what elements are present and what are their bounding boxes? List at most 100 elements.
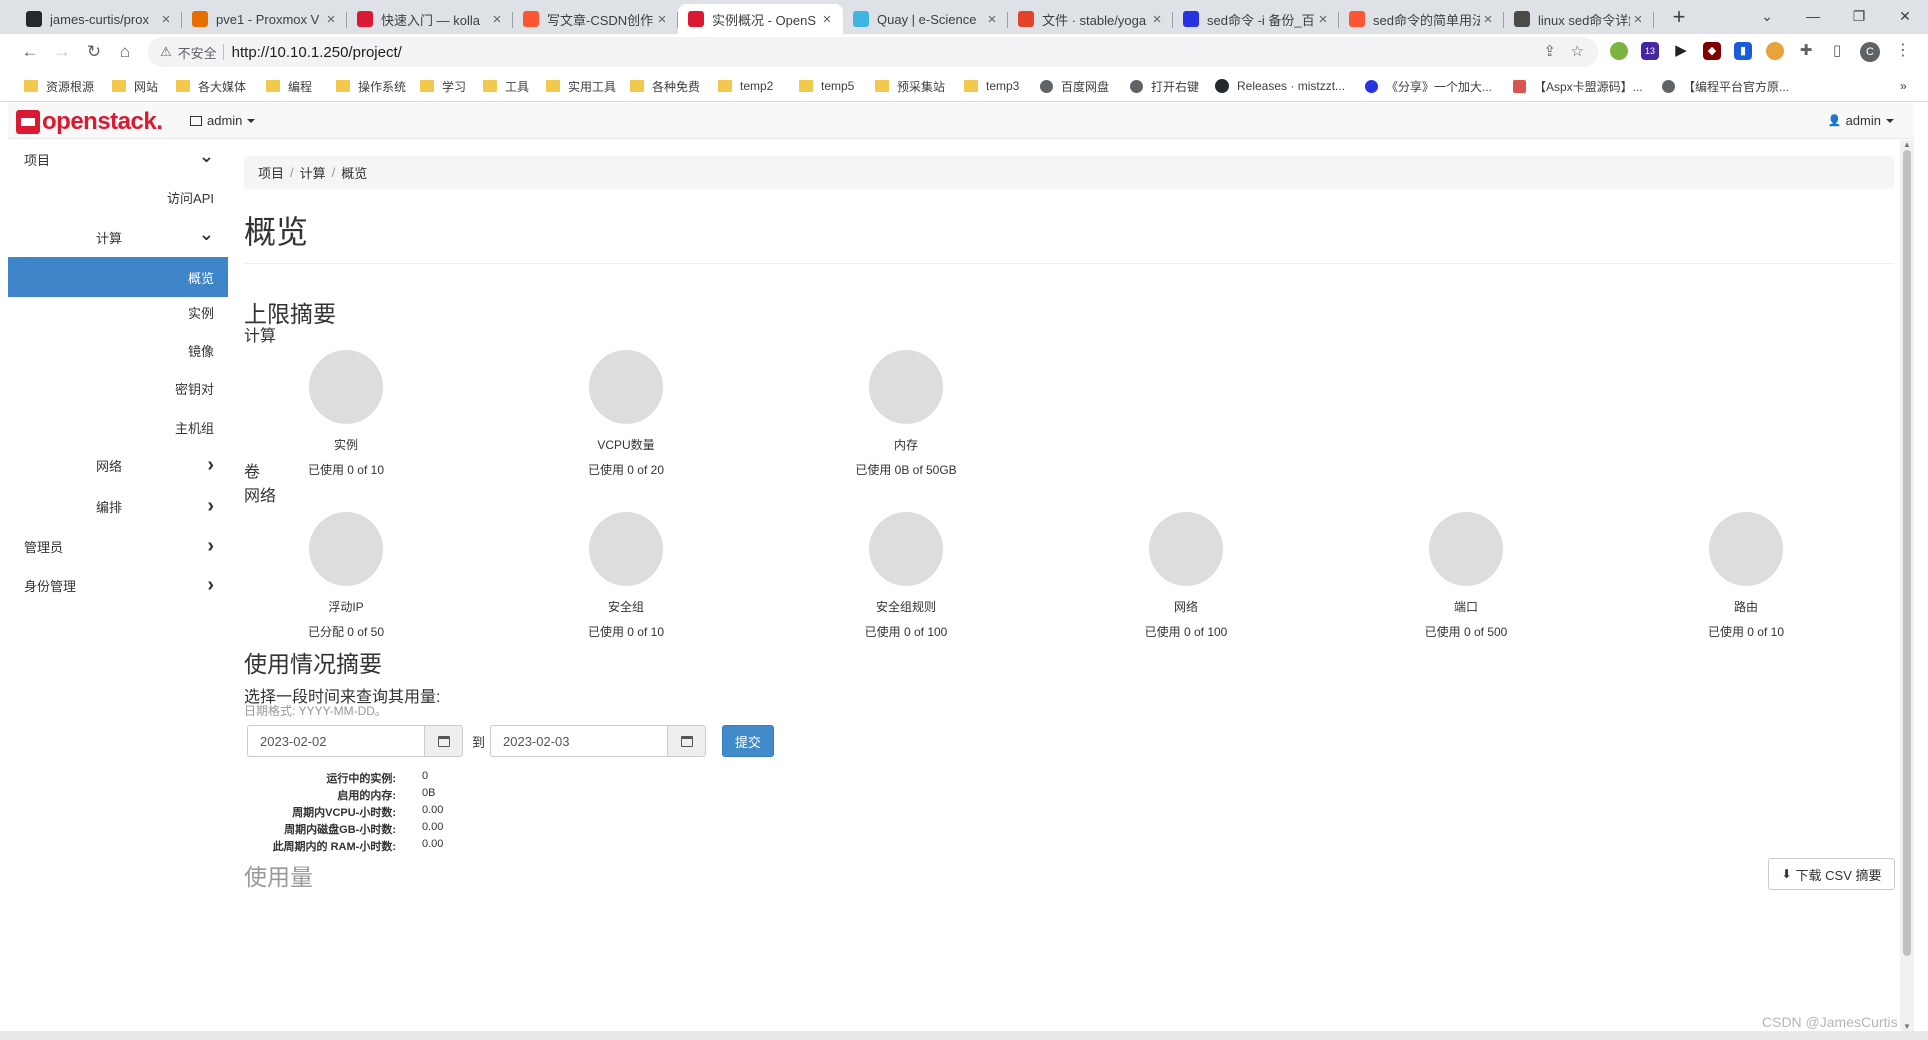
bookmark-label: 编程 — [288, 79, 313, 94]
url-text[interactable]: http://10.10.1.250/project/ — [232, 44, 402, 61]
bookmark-item[interactable]: 【Aspx卡盟源码】... — [1513, 77, 1643, 95]
sidebar-item[interactable]: 访问API — [8, 180, 228, 214]
bookmark-item[interactable]: 打开右键 — [1130, 77, 1199, 95]
bookmark-item[interactable]: temp5 — [799, 77, 854, 95]
browser-tab[interactable]: 文件 · stable/yoga × — [1008, 4, 1173, 34]
bookmark-item[interactable]: 资源根源 — [24, 77, 94, 95]
sidebar-item[interactable]: 网络 › — [8, 448, 228, 482]
tab-close-icon[interactable]: × — [1149, 11, 1165, 28]
browser-tab[interactable]: james-curtis/prox × — [16, 4, 182, 34]
submit-button[interactable]: 提交 — [722, 725, 774, 757]
browser-tab[interactable]: linux sed命令详解× — [1504, 4, 1654, 34]
sidebar-item[interactable]: 编排 › — [8, 489, 228, 523]
tab-search-icon[interactable]: ⌄ — [1744, 2, 1790, 30]
end-date-calendar-button[interactable] — [668, 725, 706, 757]
quota-pie-value: 已使用 0B of 50GB — [855, 463, 957, 477]
forward-icon[interactable]: → — [50, 40, 74, 64]
share-icon[interactable]: ⇪ — [1543, 42, 1556, 60]
sidebar-item[interactable]: 镜像 — [8, 333, 228, 367]
browser-tab[interactable]: Quay | e-Science × — [843, 4, 1008, 34]
project-selector[interactable]: admin — [190, 113, 256, 128]
browser-tab[interactable]: 写文章-CSDN创作 × — [513, 4, 678, 34]
quota-pie: 安全组 已使用 0 of 10 — [526, 512, 726, 640]
play-icon[interactable]: ▶ — [1672, 42, 1690, 60]
bookmark-item[interactable]: 操作系统 — [336, 77, 406, 95]
bookmark-item[interactable]: 【编程平台官方原... — [1662, 77, 1789, 95]
bookmarks-overflow-icon[interactable]: » — [1900, 77, 1907, 95]
breadcrumb-item[interactable]: 计算 — [300, 163, 326, 182]
start-date-calendar-button[interactable] — [425, 725, 463, 757]
back-icon[interactable]: ← — [18, 40, 42, 64]
tab-close-icon[interactable]: × — [984, 11, 1000, 28]
new-tab-button[interactable]: + — [1665, 4, 1693, 32]
bookmark-item[interactable]: temp3 — [964, 77, 1019, 95]
page-scrollbar[interactable]: ▲ ▼ — [1900, 140, 1914, 1031]
browser-tab[interactable]: pve1 - Proxmox V × — [182, 4, 347, 34]
quota-pie: 路由 已使用 0 of 10 — [1646, 512, 1846, 640]
bitwarden-icon[interactable]: ▮ — [1734, 42, 1752, 60]
sidebar-item[interactable]: 概览 — [8, 257, 228, 297]
sidebar-item[interactable]: 计算 ⌄ — [8, 220, 228, 254]
start-date-input[interactable] — [247, 725, 425, 757]
bookmark-item[interactable]: 《分享》一个加大... — [1365, 77, 1492, 95]
bookmark-label: 《分享》一个加大... — [1386, 79, 1493, 94]
sidebar-item[interactable]: 身份管理 › — [8, 568, 228, 602]
bookmark-item[interactable]: temp2 — [718, 77, 773, 95]
tab-close-icon[interactable]: × — [1630, 11, 1646, 28]
browser-tab[interactable]: 快速入门 — kolla × — [347, 4, 513, 34]
tab-close-icon[interactable]: × — [323, 11, 339, 28]
bookmark-item[interactable]: 编程 — [266, 77, 312, 95]
address-bar[interactable]: ⚠ 不安全 http://10.10.1.250/project/ ⇪ ☆ — [148, 37, 1598, 67]
sidebar-item[interactable]: 密钥对 — [8, 371, 228, 405]
tab-close-icon[interactable]: × — [1315, 11, 1331, 28]
reload-icon[interactable]: ↻ — [82, 40, 106, 64]
sidepanel-icon[interactable]: ▯ — [1828, 42, 1846, 60]
bookmark-item[interactable]: 各大媒体 — [176, 77, 246, 95]
download-csv-button[interactable]: ⬇ 下载 CSV 摘要 — [1768, 858, 1895, 890]
browser-tab[interactable]: 实例概况 - OpenS × — [678, 4, 843, 34]
bookmark-item[interactable]: 预采集站 — [875, 77, 945, 95]
tab-close-icon[interactable]: × — [158, 11, 174, 28]
ublock-icon[interactable]: ◆ — [1703, 42, 1721, 60]
browser-tab[interactable]: sed命令的简单用法 × — [1339, 4, 1504, 34]
openstack-logo[interactable]: openstack. — [16, 108, 163, 136]
scroll-down-icon[interactable]: ▼ — [1903, 1022, 1911, 1031]
usage-stat-key: 运行中的实例: — [326, 773, 396, 785]
tab-close-icon[interactable]: × — [1480, 11, 1496, 28]
user-menu[interactable]: 👤 admin — [1828, 113, 1894, 128]
scroll-up-icon[interactable]: ▲ — [1903, 140, 1911, 149]
sidebar-item[interactable]: 主机组 — [8, 410, 228, 444]
bookmark-item[interactable]: 各种免费 — [630, 77, 700, 95]
restore-icon[interactable]: ❐ — [1836, 2, 1882, 30]
browser-tab[interactable]: sed命令 -i 备份_百 × — [1173, 4, 1339, 34]
sidebar-item[interactable]: 项目 ⌄ — [8, 142, 228, 176]
bookmark-star-icon[interactable]: ☆ — [1571, 42, 1584, 60]
profile-initial: C — [1866, 46, 1874, 58]
breadcrumb-item[interactable]: 项目 — [258, 163, 284, 182]
profile-avatar[interactable]: C — [1860, 42, 1880, 62]
sidebar-item[interactable]: 实例 — [8, 295, 228, 329]
cookie-icon[interactable] — [1766, 42, 1784, 60]
project-name: admin — [207, 113, 243, 128]
scrollbar-thumb[interactable] — [1903, 150, 1911, 956]
tab-close-icon[interactable]: × — [654, 11, 670, 28]
bookmark-item[interactable]: 学习 — [420, 77, 466, 95]
tab-close-icon[interactable]: × — [819, 11, 835, 28]
tab-close-icon[interactable]: × — [489, 11, 505, 28]
close-window-icon[interactable]: ✕ — [1882, 2, 1928, 30]
sidebar-item[interactable]: 管理员 › — [8, 529, 228, 563]
extension-badge-icon[interactable]: 13 — [1641, 42, 1659, 60]
bookmark-label: 预采集站 — [897, 79, 946, 94]
bookmark-item[interactable]: 工具 — [483, 77, 529, 95]
main-content: 项目/计算/概览/ 概览 上限摘要 计算 实例已使用 0 of 10VCPU数量… — [244, 140, 1904, 1031]
bookmark-item[interactable]: 百度网盘 — [1040, 77, 1109, 95]
bookmark-item[interactable]: 实用工具 — [546, 77, 616, 95]
minimize-icon[interactable]: — — [1790, 2, 1836, 30]
bookmark-item[interactable]: Releases · mistzzt... — [1215, 77, 1345, 95]
bookmark-item[interactable]: 网站 — [112, 77, 158, 95]
extension-green-icon[interactable] — [1610, 42, 1628, 60]
end-date-input[interactable] — [490, 725, 668, 757]
home-icon[interactable]: ⌂ — [113, 40, 137, 64]
menu-icon[interactable]: ⋮ — [1894, 42, 1912, 60]
puzzle-icon[interactable]: ✚ — [1797, 42, 1815, 60]
